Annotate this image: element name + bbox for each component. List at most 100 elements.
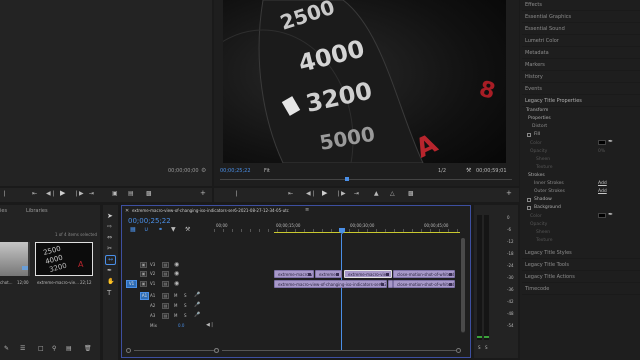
prop-transform[interactable]: Transform — [526, 108, 548, 113]
track-v3-lock-icon[interactable]: ▣ — [140, 262, 147, 268]
panel-legacy-title-tools[interactable]: Legacy Title Tools — [522, 260, 640, 271]
bg-color-swatch[interactable] — [598, 213, 606, 218]
panel-legacy-title-actions[interactable]: Legacy Title Actions — [522, 272, 640, 283]
insert-sequence-icon[interactable]: ▦ — [130, 226, 136, 233]
project-tab[interactable]: ies — [0, 208, 7, 214]
track-v3-sync-icon[interactable]: ▤ — [162, 262, 169, 268]
panel-metadata[interactable]: Metadata — [522, 48, 640, 59]
panel-timecode[interactable]: Timecode — [522, 284, 640, 295]
timeline-vertical-scrollbar[interactable] — [461, 238, 465, 333]
track-a1-mute[interactable]: M — [174, 293, 177, 298]
timeline-left-scrollbar[interactable] — [126, 347, 220, 353]
fill-opacity-value[interactable]: 0% — [598, 149, 605, 154]
panel-legacy-title-styles[interactable]: Legacy Title Styles — [522, 248, 640, 259]
pen-tool-icon[interactable]: ✒ — [107, 267, 112, 274]
track-v1-lock-icon[interactable]: ▣ — [140, 281, 147, 287]
program-step-back-icon[interactable]: ◀❘ — [306, 190, 316, 197]
clip-thumbnail-selected[interactable]: 2500 4000 3200 A — [35, 242, 93, 276]
pencil-icon[interactable]: ✎ — [4, 345, 9, 352]
timeline-zoom-scrollbar[interactable] — [214, 347, 464, 353]
track-a2-sync-icon[interactable]: ▤ — [162, 303, 169, 309]
program-scrubber[interactable] — [220, 179, 512, 180]
track-a2-solo[interactable]: S — [184, 303, 187, 308]
mark-in-icon[interactable]: ❘ — [2, 190, 7, 197]
prop-bg-texture[interactable]: Texture — [536, 238, 552, 243]
prop-properties[interactable]: Properties — [528, 116, 551, 121]
snap-icon[interactable]: ∪ — [144, 226, 148, 233]
program-add-button-icon[interactable]: + — [506, 189, 512, 197]
wrench-icon[interactable]: ⚒ — [466, 167, 471, 174]
ripple-edit-tool-icon[interactable]: ⇔ — [107, 234, 112, 241]
source-patch-a1[interactable]: A1 — [140, 292, 149, 300]
work-area-bar[interactable] — [274, 232, 460, 233]
track-a3-mute[interactable]: M — [174, 313, 177, 318]
prop-inner-strokes[interactable]: Inner Strokes — [534, 181, 564, 186]
panel-effects[interactable]: Effects — [522, 0, 640, 11]
track-a2-mute[interactable]: M — [174, 303, 177, 308]
panel-lumetri-color[interactable]: Lumetri Color — [522, 36, 640, 47]
export-frame-icon[interactable]: ▩ — [146, 190, 152, 197]
type-tool-icon[interactable]: T — [107, 289, 111, 297]
prop-sheen[interactable]: Sheen — [536, 157, 550, 162]
v1-clip-1[interactable]: extreme-macro-view-of-changing-iso-indic… — [274, 280, 387, 288]
lift-icon[interactable]: ▲ — [374, 190, 379, 197]
timeline-settings-icon[interactable]: ⚒ — [185, 226, 190, 233]
program-playhead-marker[interactable] — [345, 177, 349, 181]
track-a2-mic-icon[interactable]: 🎤 — [194, 302, 200, 308]
go-to-out-icon[interactable]: ⇥ — [89, 190, 94, 197]
play-icon[interactable]: ▶ — [60, 189, 65, 197]
razor-tool-icon[interactable]: ✂ — [107, 245, 112, 252]
prop-texture[interactable]: Texture — [536, 165, 552, 170]
prop-distort[interactable]: Distort — [532, 124, 547, 129]
program-go-to-out-icon[interactable]: ⇥ — [354, 190, 359, 197]
panel-markers[interactable]: Markers — [522, 60, 640, 71]
program-play-icon[interactable]: ▶ — [322, 189, 327, 197]
fill-eyedropper-icon[interactable]: ✒ — [608, 138, 613, 145]
meter-solo-left[interactable]: S — [478, 345, 481, 350]
track-a3-solo[interactable]: S — [184, 313, 187, 318]
track-a1-solo[interactable]: S — [184, 293, 187, 298]
time-ruler[interactable]: 00;00 00;00;15;00 00;00;30;00 00;00;45;0… — [214, 217, 464, 235]
track-v2-eye-icon[interactable]: ◉ — [174, 270, 179, 277]
track-select-tool-icon[interactable]: ⇨ — [107, 223, 112, 230]
prop-fill[interactable]: Fill — [534, 132, 540, 137]
track-a1-mic-icon[interactable]: 🎤 — [194, 292, 200, 298]
bin-icon[interactable]: □ — [38, 345, 44, 352]
track-v1-sync-icon[interactable]: ▤ — [162, 281, 169, 287]
timeline-timecode[interactable]: 00;00;25;22 — [128, 217, 171, 225]
mix-value[interactable]: 0.0 — [178, 323, 184, 328]
track-a3-mic-icon[interactable]: 🎤 — [194, 312, 200, 318]
step-back-in-icon[interactable]: ⇤ — [32, 190, 37, 197]
source-settings-icon[interactable]: ⚙ — [201, 167, 206, 174]
prop-background[interactable]: Background — [534, 205, 561, 210]
overwrite-icon[interactable]: ▤ — [128, 190, 134, 197]
track-v2-lock-icon[interactable]: ▣ — [140, 271, 147, 277]
fit-dropdown[interactable]: Fit — [264, 168, 270, 174]
prop-shadow[interactable]: Shadow — [534, 197, 552, 202]
panel-events[interactable]: Events — [522, 84, 640, 95]
insert-icon[interactable]: ▣ — [112, 190, 118, 197]
libraries-tab[interactable]: Libraries — [26, 208, 48, 214]
v2-clip-1[interactable]: extreme-macro-v — [274, 270, 314, 278]
program-export-frame-icon[interactable]: ▩ — [408, 190, 414, 197]
shadow-checkbox[interactable] — [527, 198, 531, 202]
prop-bg-sheen[interactable]: Sheen — [536, 230, 550, 235]
program-step-forward-icon[interactable]: ❘▶ — [336, 190, 346, 197]
v1-clip-3[interactable]: close-motion-shot-of-white-d — [393, 280, 455, 288]
trash-icon[interactable]: 🗑 — [84, 345, 92, 352]
search-icon[interactable]: ⚲ — [52, 345, 56, 352]
selection-tool-icon[interactable]: ➤ — [107, 212, 113, 220]
v2-clip-4[interactable]: close-motion-shot-of-white-d — [393, 270, 455, 278]
program-mark-in-icon[interactable]: ❘ — [234, 190, 239, 197]
source-patch-v1[interactable]: V1 — [126, 280, 137, 288]
fill-checkbox[interactable] — [527, 133, 531, 137]
sequence-menu-icon[interactable]: ≡ — [305, 207, 309, 213]
prop-outer-strokes[interactable]: Outer Strokes — [534, 189, 565, 194]
track-v2-sync-icon[interactable]: ▤ — [162, 271, 169, 277]
step-forward-icon[interactable]: ❘▶ — [74, 190, 84, 197]
step-back-icon[interactable]: ◀❘ — [46, 190, 56, 197]
track-v3-eye-icon[interactable]: ◉ — [174, 261, 179, 268]
add-outer-stroke-link[interactable]: Add — [598, 189, 607, 194]
mix-end-icon[interactable]: ◀❘ — [206, 322, 214, 328]
hand-tool-icon[interactable]: ✋ — [107, 278, 114, 285]
